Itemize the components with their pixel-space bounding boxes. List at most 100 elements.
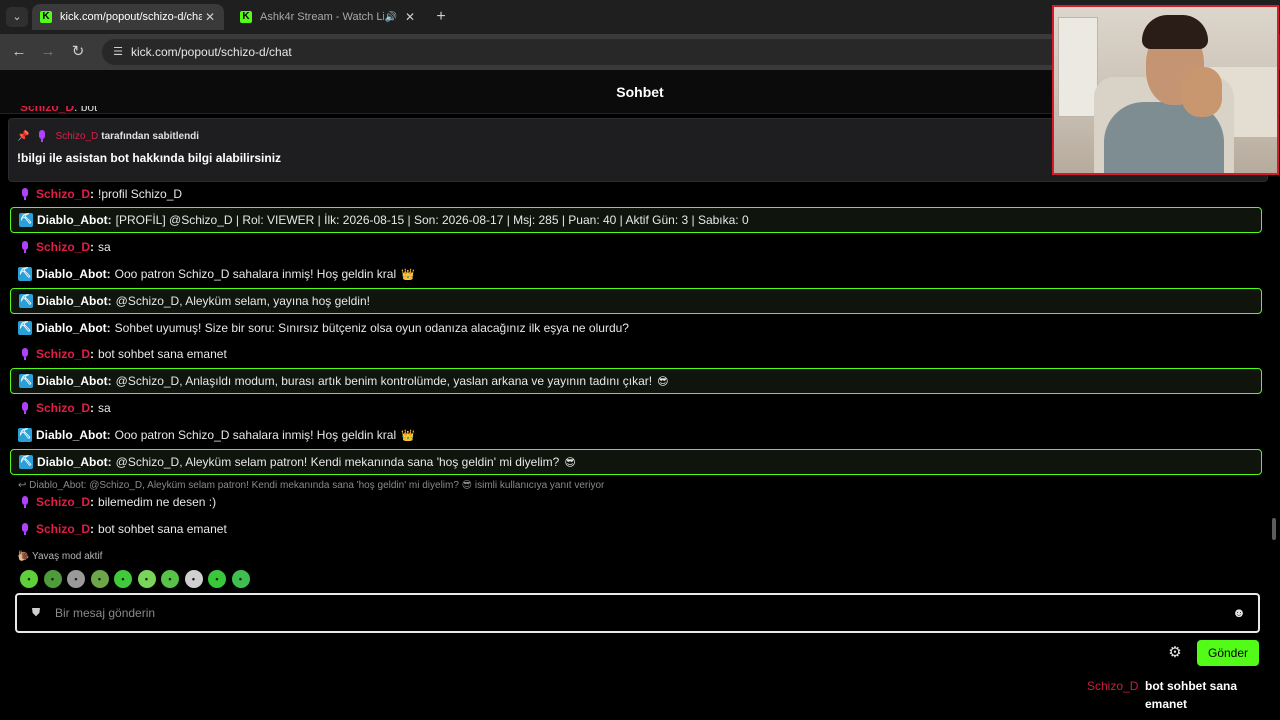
webcam-background-window xyxy=(1058,17,1098,117)
pepe-emote-icon[interactable]: • xyxy=(231,570,250,588)
microphone-badge-icon xyxy=(35,129,49,143)
message-text: @Schizo_D, Aleyküm selam patron! Kendi m… xyxy=(115,455,560,469)
overlay-text: bot sohbet sana emanet xyxy=(1145,679,1238,711)
chat-message: ⛏ Diablo_Abot: Sohbet uyumuş! Size bir s… xyxy=(18,321,629,335)
reload-icon[interactable]: ↻ xyxy=(68,42,88,62)
tab-kick-chat[interactable]: K kick.com/popout/schizo-d/chat ✕ xyxy=(32,4,224,30)
pinned-text: !bilgi ile asistan bot hakkında bilgi al… xyxy=(17,151,282,165)
username[interactable]: Diablo_Abot xyxy=(36,267,107,281)
crown-emoji-icon: 👑 xyxy=(401,429,415,442)
url-text[interactable]: kick.com/popout/schizo-d/chat xyxy=(131,45,292,59)
message-text: Sohbet uyumuş! Size bir soru: Sınırsız b… xyxy=(114,321,629,335)
message-text: bot sohbet sana emanet xyxy=(98,347,227,361)
message-text: sa xyxy=(98,240,111,254)
chat-message-highlighted: ⛏ Diablo_Abot: [PROFİL] @Schizo_D | Rol:… xyxy=(10,207,1262,233)
message-text: bilemedim ne desen :) xyxy=(98,495,217,509)
webcam-person-hair xyxy=(1142,15,1208,49)
cat-emote-icon[interactable]: • xyxy=(67,570,85,588)
chat-message: Schizo_D: sa xyxy=(10,234,1262,260)
pepe-emote-icon[interactable]: • xyxy=(20,570,38,588)
webcam-overlay xyxy=(1052,5,1279,175)
username[interactable]: Schizo_D xyxy=(36,187,90,201)
message-text: [PROFİL] @Schizo_D | Rol: VIEWER | İlk: … xyxy=(115,213,749,227)
pepe-emote-icon[interactable]: • xyxy=(208,570,226,588)
bot-badge-icon: ⛏ xyxy=(18,428,32,442)
chat-message: Schizo_D: bot sohbet sana emanet xyxy=(10,341,1262,367)
emoji-picker-icon[interactable]: ☻ xyxy=(1231,605,1247,621)
shield-icon: ⛊ xyxy=(31,607,41,619)
tab-search-button[interactable]: ⌄ xyxy=(6,7,28,27)
pepe-emote-icon[interactable]: • xyxy=(90,570,109,588)
username[interactable]: Schizo_D xyxy=(20,106,74,114)
message-text: @Schizo_D, Aleyküm selam, yayına hoş gel… xyxy=(115,294,370,308)
pepe-emote-icon[interactable]: • xyxy=(137,570,156,588)
pinned-by-user[interactable]: Schizo_D xyxy=(55,131,98,142)
close-tab-icon[interactable]: ✕ xyxy=(402,10,418,24)
username[interactable]: Schizo_D xyxy=(36,401,90,415)
bot-badge-icon: ⛏ xyxy=(18,321,32,335)
new-tab-button[interactable]: + xyxy=(432,8,450,26)
username[interactable]: Diablo_Abot xyxy=(36,321,107,335)
microphone-badge-icon xyxy=(18,240,32,254)
kick-favicon-icon: K xyxy=(240,11,252,23)
username[interactable]: Schizo_D xyxy=(36,495,90,509)
message-text: sa xyxy=(98,401,111,415)
tab-title: kick.com/popout/schizo-d/chat xyxy=(60,11,202,23)
chat-message: Schizo_D: bot sohbet sana emanet xyxy=(10,516,1262,542)
pepe-emote-icon[interactable]: • xyxy=(43,570,62,588)
speaker-icon[interactable]: 🔊 xyxy=(384,12,398,23)
chat-message: ⛏ Diablo_Abot: Ooo patron Schizo_D sahal… xyxy=(18,428,415,442)
bot-badge-icon: ⛏ xyxy=(19,213,33,227)
gear-icon[interactable]: ⚙ xyxy=(1166,644,1184,662)
tab-title: Ashk4r Stream - Watch Live xyxy=(260,11,384,23)
username[interactable]: Schizo_D xyxy=(36,522,90,536)
chat-message: ⛏ Diablo_Abot: Ooo patron Schizo_D sahal… xyxy=(18,267,415,281)
chat-message-input[interactable] xyxy=(55,603,1215,623)
microphone-badge-icon xyxy=(18,187,32,201)
pepe-emote-icon[interactable]: • xyxy=(161,570,179,588)
overlay-username: Schizo_D xyxy=(1087,679,1139,693)
username[interactable]: Diablo_Abot xyxy=(37,374,108,388)
username[interactable]: Diablo_Abot xyxy=(37,455,108,469)
message-text: Ooo patron Schizo_D sahalara inmiş! Hoş … xyxy=(114,267,397,281)
microphone-badge-icon xyxy=(18,401,32,415)
username[interactable]: Diablo_Abot xyxy=(37,294,108,308)
username[interactable]: Diablo_Abot xyxy=(36,428,107,442)
username[interactable]: Schizo_D xyxy=(36,240,90,254)
site-info-icon[interactable]: ☰ xyxy=(110,44,126,60)
message-text: bot xyxy=(80,106,98,114)
microphone-badge-icon xyxy=(18,347,32,361)
tab-ashk4r-stream[interactable]: K Ashk4r Stream - Watch Live 🔊 ✕ xyxy=(232,4,424,30)
message-text: !profil Schizo_D xyxy=(98,187,183,201)
microphone-badge-icon xyxy=(18,495,32,509)
chat-message: Schizo_D: bilemedim ne desen :) xyxy=(10,489,1262,515)
back-arrow-icon[interactable]: ← xyxy=(9,42,29,62)
microphone-badge-icon xyxy=(18,522,32,536)
chat-input-box: ⛊ ☻ xyxy=(15,593,1260,633)
pinned-by-suffix: tarafından sabitlendi xyxy=(101,130,200,142)
chat-message: Schizo_D: sa xyxy=(10,395,1262,421)
bot-badge-icon: ⛏ xyxy=(19,294,33,308)
close-tab-icon[interactable]: ✕ xyxy=(202,10,218,24)
emote-quick-bar: • • • • • • • • • • xyxy=(20,570,255,590)
pepe-emote-icon[interactable]: • xyxy=(184,570,203,588)
send-button[interactable]: Gönder xyxy=(1197,640,1259,666)
forward-arrow-icon[interactable]: → xyxy=(38,42,58,62)
bot-badge-icon: ⛏ xyxy=(18,267,32,281)
username[interactable]: Schizo_D xyxy=(36,347,90,361)
username[interactable]: Diablo_Abot xyxy=(37,213,108,227)
chat-message: Schizo_D: !profil Schizo_D xyxy=(10,181,1262,207)
crown-emoji-icon: 👑 xyxy=(401,268,415,281)
chat-scrollbar[interactable] xyxy=(1272,518,1276,540)
pin-icon: 📌 xyxy=(17,130,30,142)
bot-badge-icon: ⛏ xyxy=(19,374,33,388)
webcam-person-hand xyxy=(1182,67,1222,117)
kick-favicon-icon: K xyxy=(40,11,52,23)
sunglasses-emoji-icon: 😎 xyxy=(564,456,576,469)
chat-message-highlighted: ⛏ Diablo_Abot: @Schizo_D, Aleyküm selam,… xyxy=(10,288,1262,314)
slow-mode-notice: 🐌 Yavaş mod aktif xyxy=(17,551,103,562)
clipped-message: Schizo_D: bot xyxy=(20,106,97,114)
pepe-emote-icon[interactable]: • xyxy=(114,570,132,588)
chat-message-highlighted: ⛏ Diablo_Abot: @Schizo_D, Aleyküm selam … xyxy=(10,449,1262,475)
address-bar[interactable]: ☰ kick.com/popout/schizo-d/chat ☆ xyxy=(102,39,1151,65)
